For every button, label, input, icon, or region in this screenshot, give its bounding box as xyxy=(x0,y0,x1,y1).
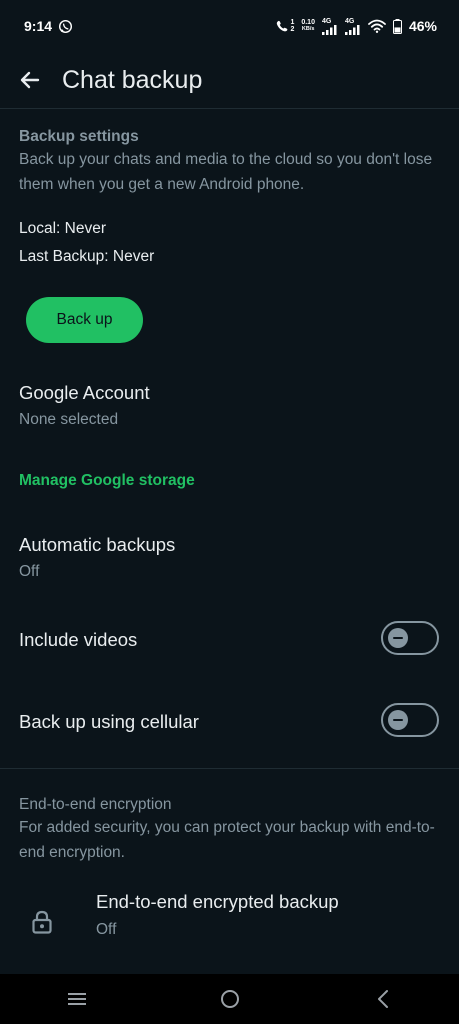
section-divider xyxy=(0,768,459,769)
google-account-row[interactable]: Google Account None selected xyxy=(0,372,459,440)
google-account-value: None selected xyxy=(19,411,119,428)
home-circle-icon xyxy=(220,990,239,1008)
menu-icon xyxy=(67,993,86,1005)
back-arrow-icon[interactable] xyxy=(18,68,42,92)
encrypted-backup-row[interactable]: End-to-end encrypted backup Off xyxy=(0,876,459,956)
sim-2-tech-label: 4G xyxy=(344,17,355,25)
system-navigation-bar xyxy=(0,974,459,1024)
backup-settings-description: Back up your chats and media to the clou… xyxy=(19,151,433,193)
network-speed-value: 0.10 xyxy=(301,19,315,26)
include-videos-row[interactable]: Include videos xyxy=(0,608,459,668)
last-backup-status: Last Backup: Never xyxy=(19,248,155,265)
network-speed: 0.10 KB/s xyxy=(301,19,315,33)
cellular-backup-title: Back up using cellular xyxy=(19,711,199,732)
manage-google-storage-link[interactable]: Manage Google storage xyxy=(19,472,195,490)
encryption-description: For added security, you can protect your… xyxy=(19,819,435,861)
toggle-knob xyxy=(388,628,408,648)
sim-2-label: 2 xyxy=(290,26,295,33)
include-videos-title: Include videos xyxy=(19,629,138,650)
status-left: 9:14 xyxy=(24,18,73,34)
home-button[interactable] xyxy=(210,979,250,1019)
automatic-backups-row[interactable]: Automatic backups Off xyxy=(0,522,459,590)
sim-2-signal: 4G xyxy=(344,17,361,35)
toggle-knob xyxy=(388,710,408,730)
cellular-backup-row[interactable]: Back up using cellular xyxy=(0,690,459,750)
whatsapp-notification-icon xyxy=(59,19,73,33)
encryption-header: End-to-end encryption xyxy=(19,796,172,813)
wifi-calling-indicator: 1 2 xyxy=(276,19,294,33)
recents-button[interactable] xyxy=(57,979,97,1019)
encrypted-backup-value: Off xyxy=(96,921,117,938)
google-account-title: Google Account xyxy=(19,382,150,403)
status-right: 1 2 0.10 KB/s 4G 4G 46% xyxy=(276,18,437,35)
automatic-backups-title: Automatic backups xyxy=(19,534,176,555)
wifi-icon xyxy=(368,19,386,33)
signal-bars-icon xyxy=(344,24,360,35)
lock-icon xyxy=(32,910,52,934)
local-backup-status: Local: Never xyxy=(19,220,107,237)
backup-settings-header: Backup settings xyxy=(19,128,139,145)
back-chevron-icon xyxy=(377,990,388,1008)
automatic-backups-value: Off xyxy=(19,563,40,580)
cellular-backup-toggle[interactable] xyxy=(381,703,439,737)
back-up-button[interactable]: Back up xyxy=(26,297,143,343)
battery-fill xyxy=(394,26,401,32)
wifi-call-icon xyxy=(277,20,288,32)
battery-icon xyxy=(392,18,402,34)
encrypted-backup-title: End-to-end encrypted backup xyxy=(96,891,339,912)
header-divider xyxy=(0,108,459,109)
app-bar: Chat backup xyxy=(0,52,459,108)
include-videos-toggle[interactable] xyxy=(381,621,439,655)
sim-1-signal: 4G xyxy=(321,17,338,35)
battery-percent: 46% xyxy=(408,18,437,34)
signal-bars-icon xyxy=(321,24,337,35)
clock: 9:14 xyxy=(24,18,53,34)
back-button[interactable] xyxy=(363,979,403,1019)
page-title: Chat backup xyxy=(62,65,203,94)
sim-1-tech-label: 4G xyxy=(321,17,332,25)
status-bar: 9:14 1 2 0.10 KB/s 4G 4G 46% xyxy=(0,0,459,52)
network-speed-unit: KB/s xyxy=(301,26,315,32)
sim-1-label: 1 xyxy=(290,19,295,26)
